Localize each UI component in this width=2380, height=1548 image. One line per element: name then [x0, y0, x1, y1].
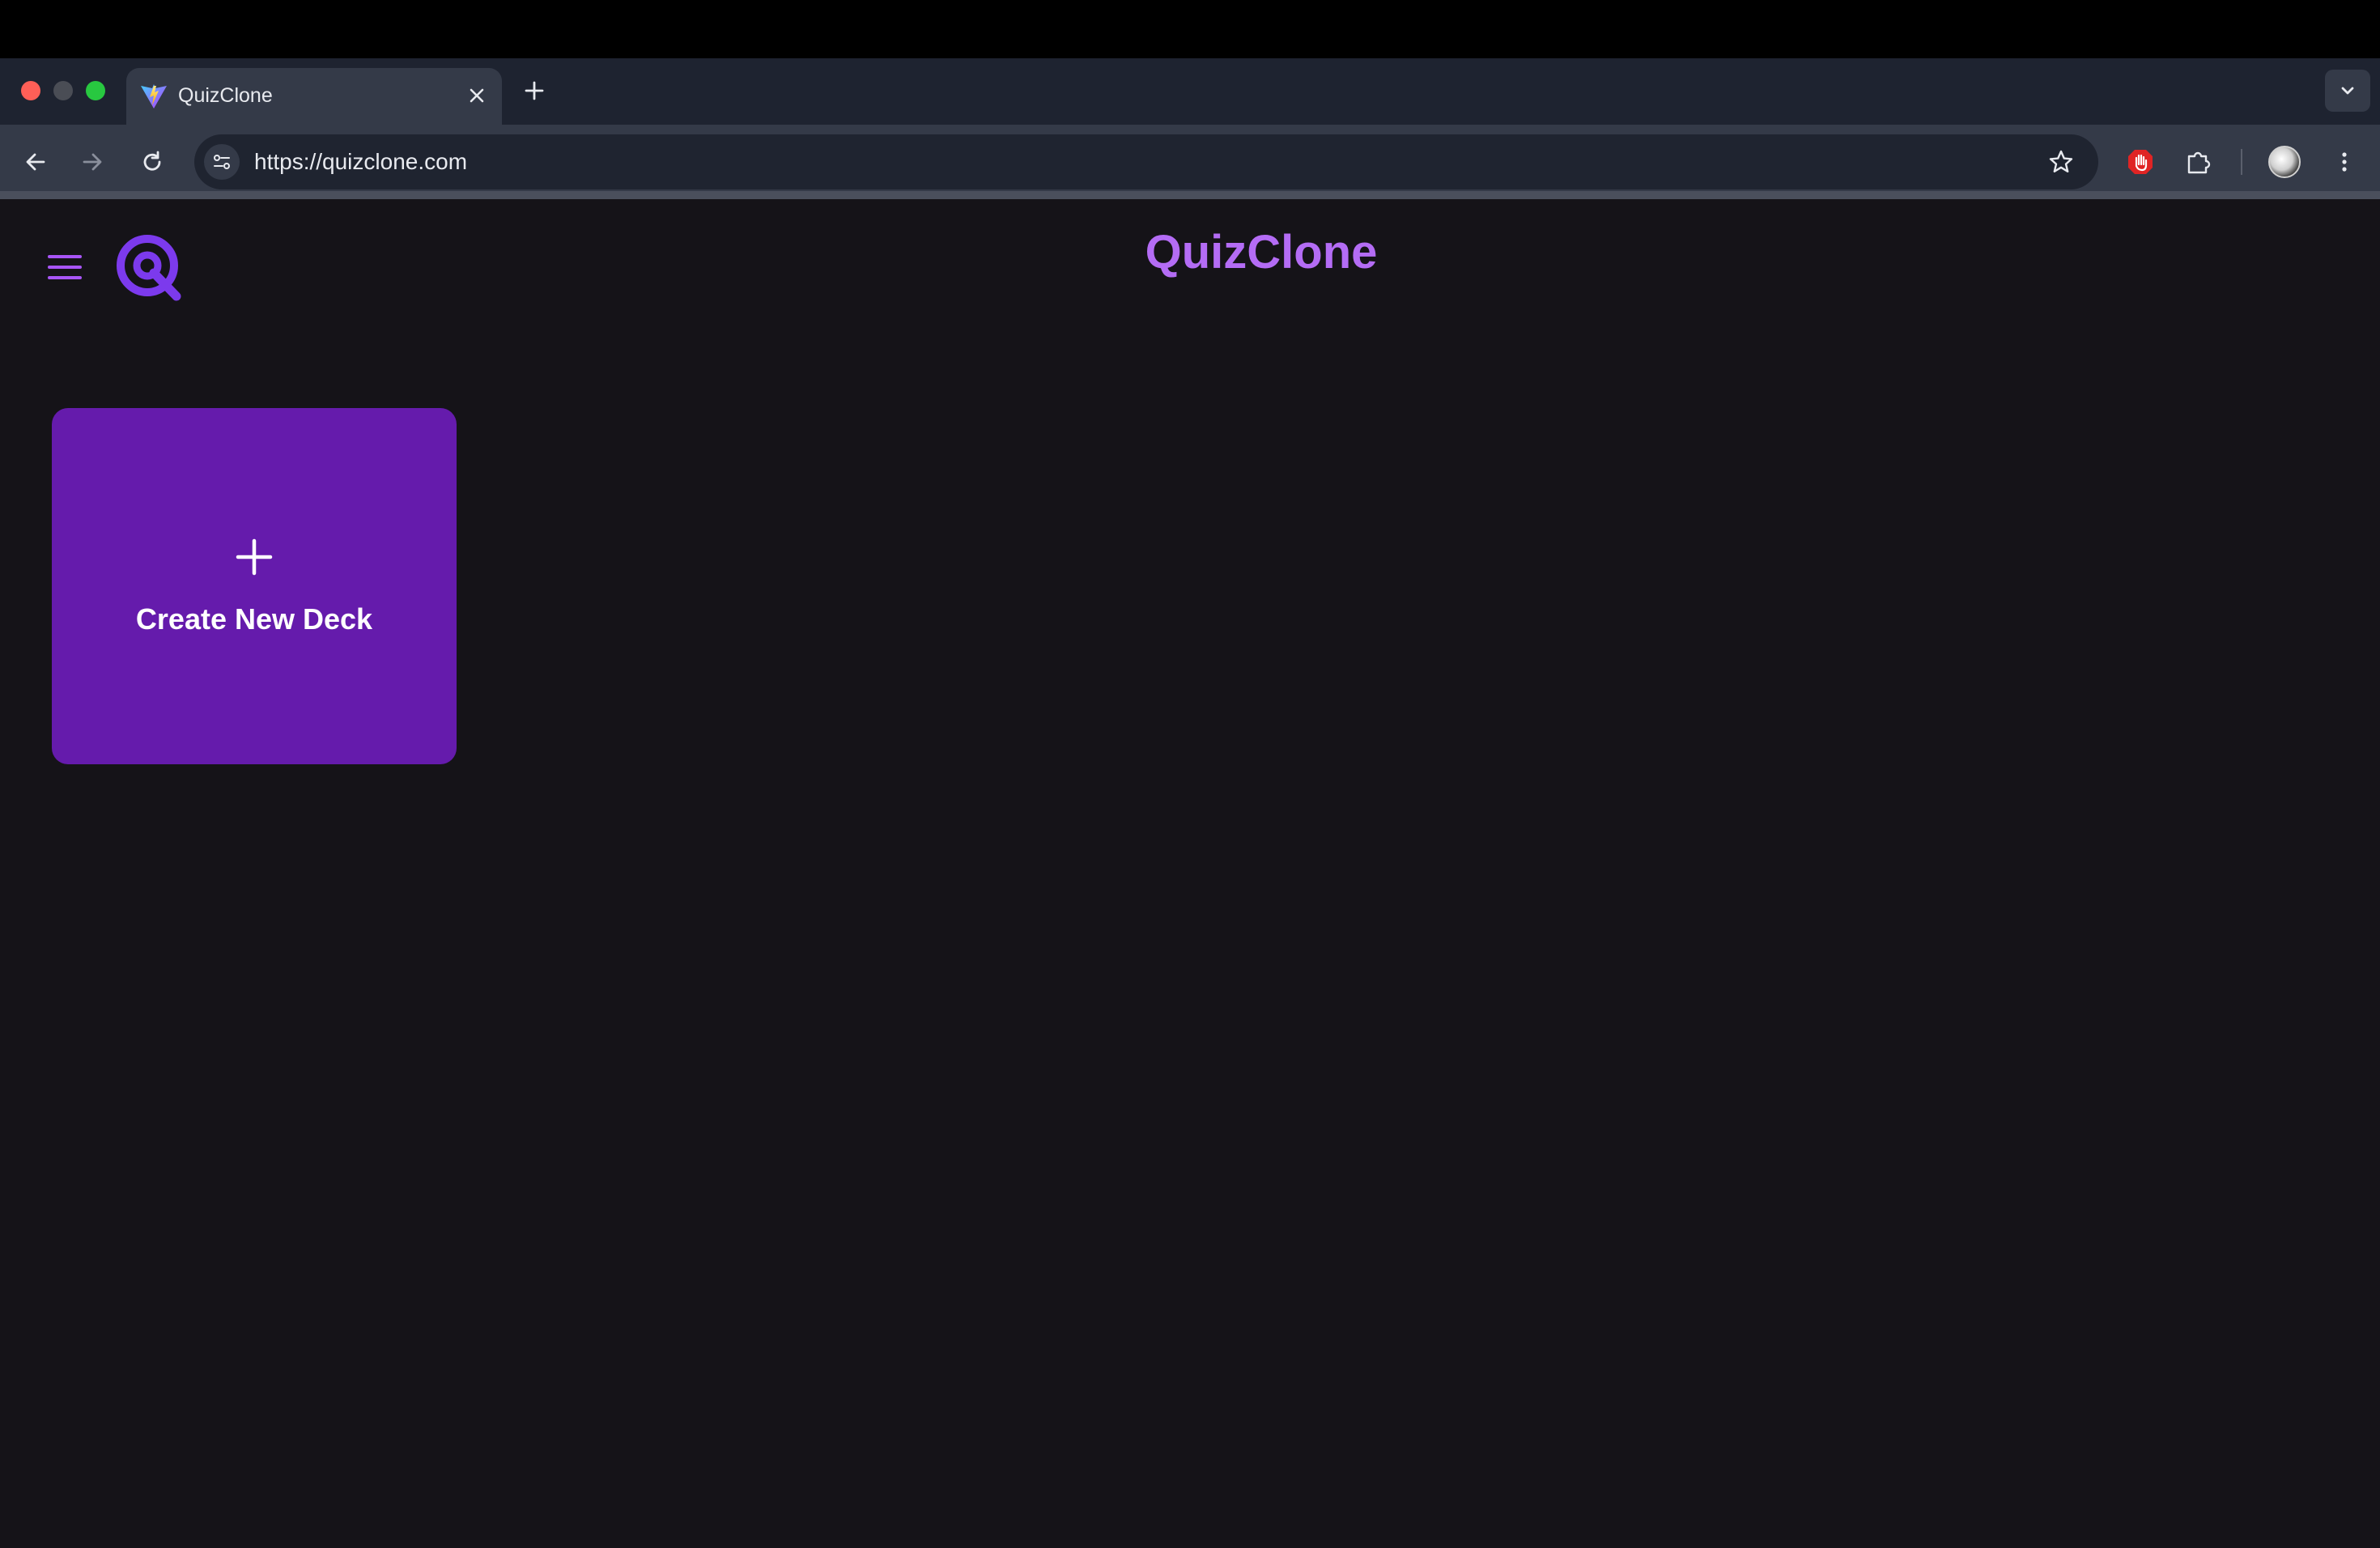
toolbar-separator — [2241, 149, 2242, 175]
window-zoom-button[interactable] — [86, 81, 105, 100]
vite-logo-icon — [141, 84, 167, 108]
hand-stop-icon — [2128, 150, 2153, 174]
chevron-down-icon — [2341, 87, 2354, 95]
plus-icon — [236, 538, 273, 576]
tab-title: QuizClone — [178, 84, 273, 107]
tune-icon — [214, 155, 230, 169]
reload-icon — [143, 151, 161, 171]
reload-button[interactable] — [134, 144, 170, 180]
window-minimize-button[interactable] — [53, 81, 73, 100]
forward-button[interactable] — [74, 144, 110, 180]
arrow-left-icon — [26, 153, 45, 171]
address-bar[interactable]: https://quizclone.com — [194, 134, 2098, 189]
kebab-menu-icon — [2342, 152, 2347, 172]
bookmark-button[interactable] — [2045, 146, 2077, 178]
os-menu-bar — [0, 0, 2380, 58]
toolbar-bottom-border — [0, 191, 2380, 199]
tab-search-button[interactable] — [2325, 70, 2370, 112]
plus-icon — [525, 81, 544, 100]
new-tab-button[interactable] — [520, 76, 549, 105]
puzzle-icon — [2187, 151, 2211, 174]
profile-avatar[interactable] — [2268, 146, 2301, 178]
url-text[interactable]: https://quizclone.com — [254, 149, 467, 175]
create-new-deck-card[interactable]: Create New Deck — [52, 408, 457, 764]
window-close-button[interactable] — [21, 81, 40, 100]
star-icon — [2049, 150, 2073, 172]
site-info-button[interactable] — [204, 144, 240, 180]
page-content: QuizClone Create New Deck — [0, 199, 2380, 1548]
browser-menu-button[interactable] — [2325, 142, 2364, 181]
app-title: QuizClone — [1145, 226, 1378, 279]
create-new-deck-label: Create New Deck — [135, 602, 373, 636]
extensions-button[interactable] — [2179, 142, 2218, 181]
back-button[interactable] — [18, 144, 53, 180]
close-icon[interactable] — [463, 82, 491, 109]
browser-tab-active[interactable]: QuizClone — [126, 68, 502, 125]
adblock-extension-button[interactable] — [2121, 142, 2160, 181]
arrow-right-icon — [83, 153, 102, 171]
